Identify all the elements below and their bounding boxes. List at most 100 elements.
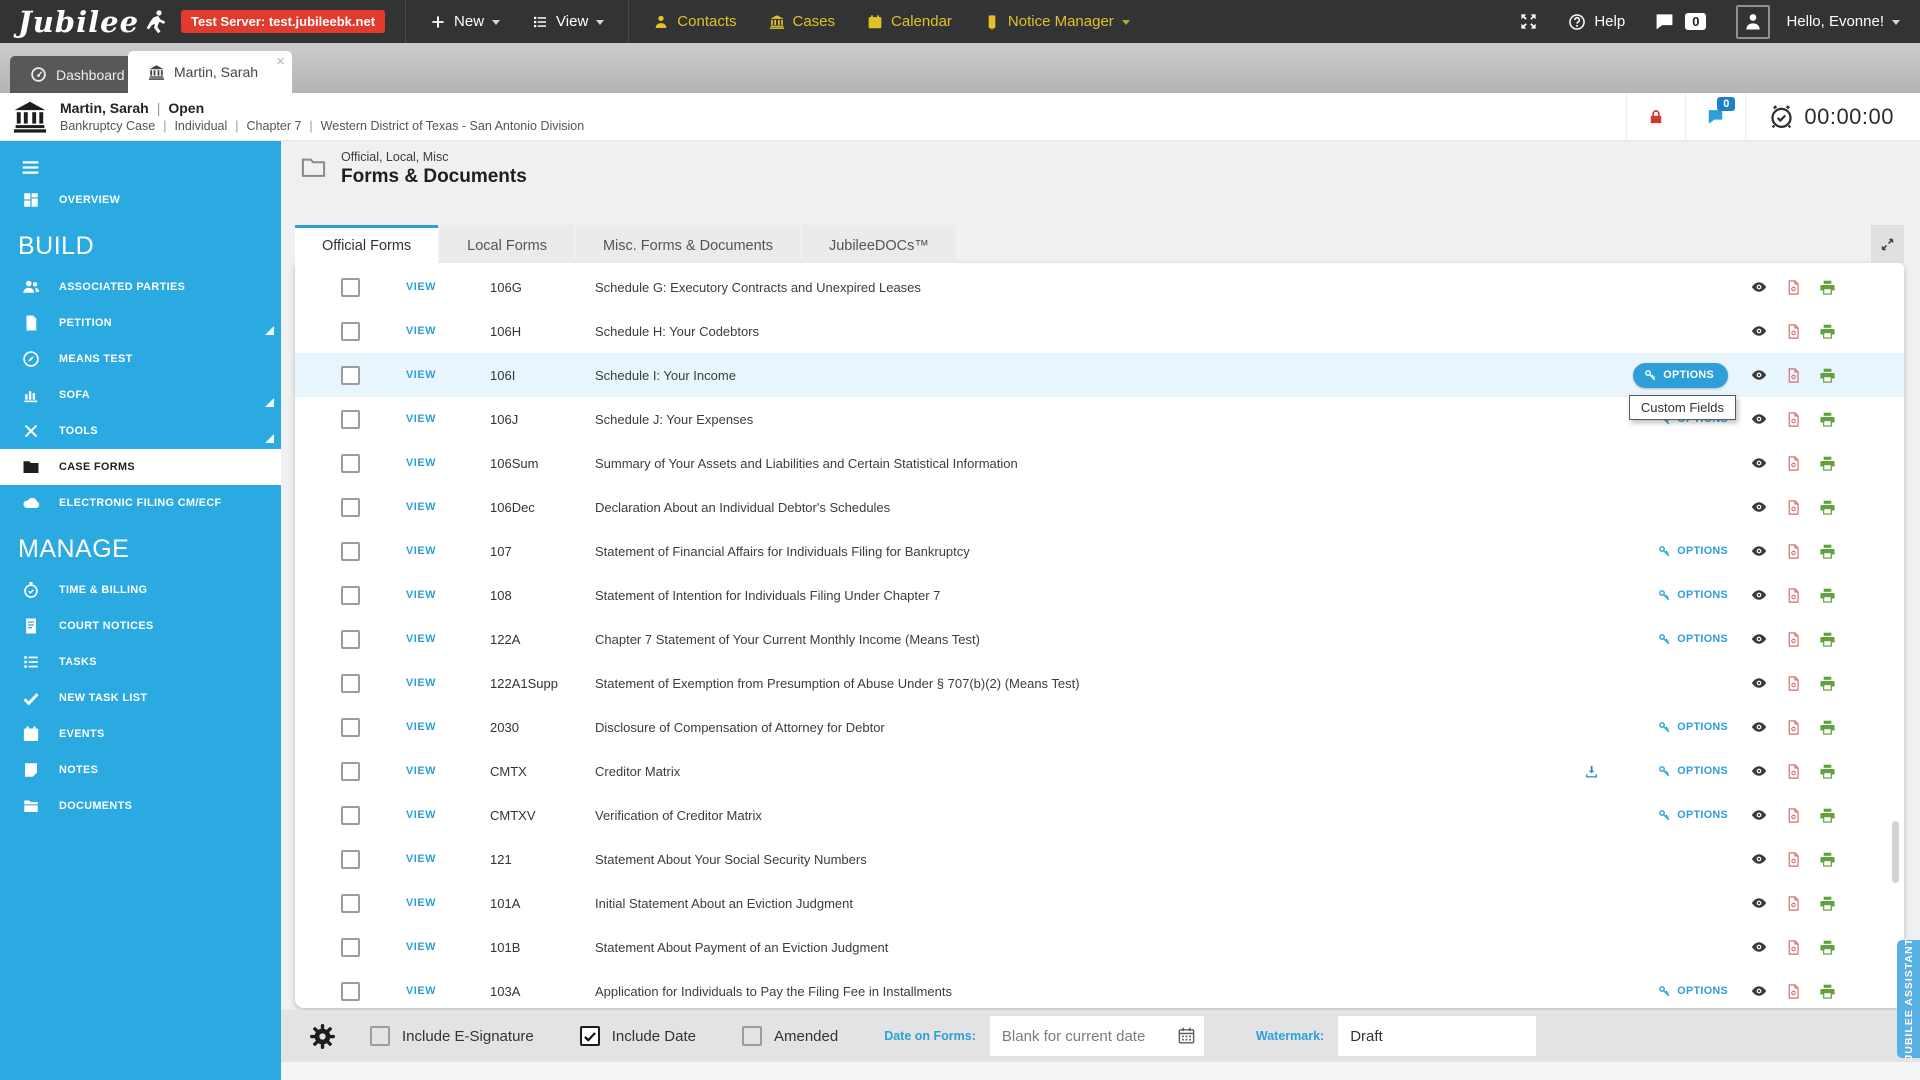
options-button[interactable]: OPTIONS — [1658, 633, 1728, 646]
preview-button[interactable] — [1742, 278, 1776, 296]
pdf-button[interactable] — [1776, 675, 1810, 692]
row-checkbox[interactable] — [341, 717, 360, 737]
preview-button[interactable] — [1742, 850, 1776, 868]
user-menu[interactable]: Hello, Evonne! — [1736, 4, 1900, 39]
form-tab-jubileedocs-[interactable]: JubileeDOCs™ — [801, 225, 956, 263]
pdf-button[interactable] — [1776, 895, 1810, 912]
nav-item-new[interactable]: New — [414, 0, 516, 43]
sidebar-collapse-button[interactable] — [0, 141, 281, 182]
preview-button[interactable] — [1742, 454, 1776, 472]
view-link[interactable]: VIEW — [406, 281, 490, 293]
date-on-forms-input[interactable] — [989, 1016, 1204, 1056]
form-tab-local-forms[interactable]: Local Forms — [440, 225, 574, 263]
pdf-button[interactable] — [1776, 499, 1810, 516]
print-button[interactable] — [1810, 763, 1844, 780]
print-button[interactable] — [1810, 675, 1844, 692]
sidebar-item-time-billing[interactable]: TIME & BILLING — [0, 572, 281, 608]
fullscreen-icon[interactable] — [1519, 12, 1538, 31]
view-link[interactable]: VIEW — [406, 809, 490, 821]
options-button-active[interactable]: OPTIONS — [1633, 362, 1728, 388]
options-button[interactable]: OPTIONS — [1658, 721, 1728, 734]
view-link[interactable]: VIEW — [406, 413, 490, 425]
row-checkbox[interactable] — [341, 805, 360, 825]
sidebar-item-overview[interactable]: OVERVIEW — [0, 182, 281, 218]
view-link[interactable]: VIEW — [406, 457, 490, 469]
form-tab-official-forms[interactable]: Official Forms — [295, 225, 439, 263]
view-link[interactable]: VIEW — [406, 853, 490, 865]
row-checkbox[interactable] — [341, 761, 360, 781]
jubilee-assistant-tab[interactable]: JUBILEE ASSISTANT — [1897, 938, 1920, 1060]
print-button[interactable] — [1810, 411, 1844, 428]
close-tab-icon[interactable]: × — [276, 54, 285, 69]
sidebar-item-petition[interactable]: PETITION — [0, 305, 281, 341]
preview-button[interactable] — [1742, 630, 1776, 648]
view-link[interactable]: VIEW — [406, 765, 490, 777]
sidebar-item-documents[interactable]: DOCUMENTS — [0, 788, 281, 824]
watermark-input[interactable] — [1338, 1016, 1537, 1056]
app-logo[interactable]: Jubilee Test Server: test.jubileebk.net — [0, 5, 397, 39]
pdf-button[interactable] — [1776, 719, 1810, 736]
row-checkbox[interactable] — [341, 893, 360, 913]
row-checkbox[interactable] — [341, 937, 360, 957]
nav-item-cases[interactable]: Cases — [753, 0, 852, 43]
sidebar-item-new-task-list[interactable]: NEW TASK LIST — [0, 680, 281, 716]
pdf-button[interactable] — [1776, 939, 1810, 956]
pdf-button[interactable] — [1776, 851, 1810, 868]
pdf-button[interactable] — [1776, 367, 1810, 384]
print-button[interactable] — [1810, 499, 1844, 516]
window-tab-dashboard[interactable]: Dashboard — [10, 56, 145, 93]
preview-button[interactable] — [1742, 762, 1776, 780]
pdf-button[interactable] — [1776, 807, 1810, 824]
row-checkbox[interactable] — [341, 981, 360, 1001]
view-link[interactable]: VIEW — [406, 633, 490, 645]
lock-button[interactable] — [1626, 93, 1685, 140]
view-link[interactable]: VIEW — [406, 589, 490, 601]
table-scrollbar[interactable] — [1892, 821, 1899, 883]
pdf-button[interactable] — [1776, 543, 1810, 560]
preview-button[interactable] — [1742, 498, 1776, 516]
row-checkbox[interactable] — [341, 321, 360, 341]
preview-button[interactable] — [1742, 586, 1776, 604]
sidebar-item-tools[interactable]: TOOLS — [0, 413, 281, 449]
options-button[interactable]: OPTIONS — [1658, 985, 1728, 998]
print-button[interactable] — [1810, 367, 1844, 384]
pdf-button[interactable] — [1776, 983, 1810, 1000]
checkbox-amended[interactable]: Amended — [741, 1026, 838, 1046]
checkbox-box[interactable] — [741, 1026, 762, 1046]
pdf-button[interactable] — [1776, 631, 1810, 648]
view-link[interactable]: VIEW — [406, 721, 490, 733]
checkbox-include-esignature[interactable]: Include E-Signature — [370, 1026, 534, 1046]
pdf-button[interactable] — [1776, 455, 1810, 472]
sidebar-item-means-test[interactable]: MEANS TEST — [0, 341, 281, 377]
messages-button[interactable]: 0 — [1655, 12, 1707, 31]
row-checkbox[interactable] — [341, 497, 360, 517]
row-checkbox[interactable] — [341, 453, 360, 473]
row-checkbox[interactable] — [341, 629, 360, 649]
view-link[interactable]: VIEW — [406, 897, 490, 909]
options-button[interactable]: OPTIONS — [1658, 765, 1728, 778]
row-checkbox[interactable] — [341, 365, 360, 385]
sidebar-item-events[interactable]: EVENTS — [0, 716, 281, 752]
view-link[interactable]: VIEW — [406, 677, 490, 689]
row-checkbox[interactable] — [341, 849, 360, 869]
sidebar-item-court-notices[interactable]: COURT NOTICES — [0, 608, 281, 644]
preview-button[interactable] — [1742, 542, 1776, 560]
pdf-button[interactable] — [1776, 279, 1810, 296]
preview-button[interactable] — [1742, 674, 1776, 692]
nav-item-view[interactable]: View — [516, 0, 620, 43]
download-icon[interactable] — [1584, 764, 1599, 779]
view-link[interactable]: VIEW — [406, 369, 490, 381]
settings-gear-button[interactable] — [309, 1023, 336, 1050]
checkbox-box[interactable] — [370, 1026, 390, 1046]
preview-button[interactable] — [1742, 938, 1776, 956]
expand-card-button[interactable] — [1871, 225, 1904, 263]
help-button[interactable]: Help — [1568, 13, 1625, 31]
sidebar-item-electronic-filing[interactable]: ELECTRONIC FILING CM/ECF — [0, 485, 281, 521]
preview-button[interactable] — [1742, 410, 1776, 428]
form-tab-misc-forms-documents[interactable]: Misc. Forms & Documents — [575, 225, 800, 263]
pdf-button[interactable] — [1776, 411, 1810, 428]
preview-button[interactable] — [1742, 322, 1776, 340]
view-link[interactable]: VIEW — [406, 501, 490, 513]
nav-item-contacts[interactable]: Contacts — [637, 0, 752, 43]
options-button[interactable]: OPTIONS — [1658, 809, 1728, 822]
